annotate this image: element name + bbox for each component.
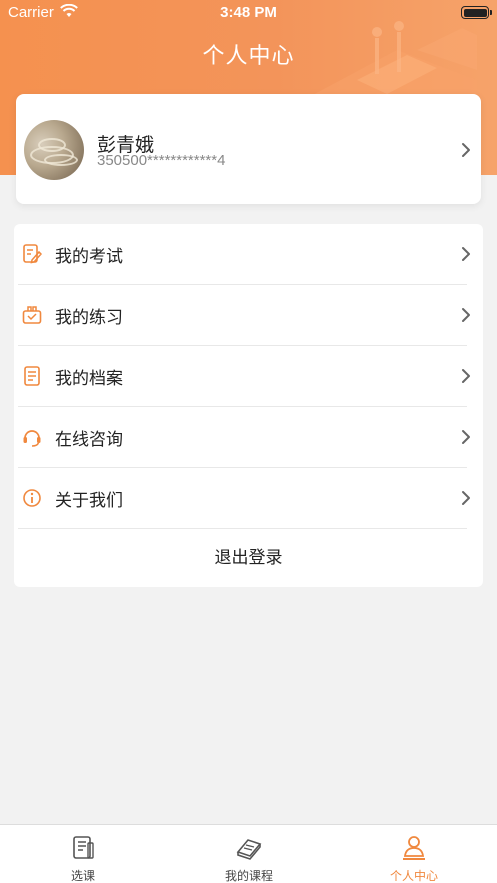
chevron-right-icon (462, 247, 470, 261)
menu-item-my-practice[interactable]: 我的练习 (14, 285, 483, 346)
exam-icon (23, 244, 42, 264)
book-icon (236, 839, 262, 860)
logout-button[interactable]: 退出登录 (14, 529, 483, 587)
status-time: 3:48 PM (220, 4, 277, 21)
menu-item-about-us[interactable]: 关于我们 (14, 468, 483, 529)
menu-label: 关于我们 (55, 491, 123, 511)
menu-label: 在线咨询 (55, 430, 123, 450)
menu-item-my-archive[interactable]: 我的档案 (14, 346, 483, 407)
tab-bar: 选课 我的课程 个人中心 (0, 824, 497, 883)
tab-course-select[interactable]: 选课 (0, 825, 166, 883)
profile-card[interactable]: 彭青娥 350500************4 (16, 94, 481, 204)
battery-icon (461, 6, 489, 19)
chevron-right-icon (462, 308, 470, 322)
user-id-number: 350500************4 (97, 152, 226, 169)
tab-my-courses[interactable]: 我的课程 (166, 825, 332, 883)
tab-label: 选课 (70, 869, 95, 883)
tab-label: 我的课程 (224, 869, 273, 883)
chevron-right-icon (462, 430, 470, 444)
menu-item-online-consult[interactable]: 在线咨询 (14, 407, 483, 468)
info-icon (23, 489, 41, 507)
archive-icon (24, 366, 40, 386)
tab-label: 个人中心 (389, 869, 438, 883)
page-title: 个人中心 (202, 44, 295, 69)
status-bar: Carrier 3:48 PM (0, 0, 497, 26)
person-icon (403, 836, 425, 860)
menu-item-my-exams[interactable]: 我的考试 (14, 224, 483, 285)
chevron-right-icon (462, 369, 470, 383)
chevron-right-icon (462, 143, 470, 157)
course-select-icon (73, 836, 94, 859)
tab-personal-center[interactable]: 个人中心 (331, 825, 497, 883)
menu-card: 我的考试 我的练习 我的档案 在线咨询 关于我们 退出登录 (14, 224, 483, 587)
headset-icon (23, 430, 41, 447)
menu-label: 我的考试 (55, 247, 123, 267)
battery-cap (490, 10, 492, 15)
practice-icon (22, 306, 42, 324)
chevron-right-icon (462, 491, 470, 505)
avatar (24, 120, 84, 180)
menu-label: 我的档案 (55, 369, 123, 389)
menu-label: 我的练习 (55, 308, 123, 328)
